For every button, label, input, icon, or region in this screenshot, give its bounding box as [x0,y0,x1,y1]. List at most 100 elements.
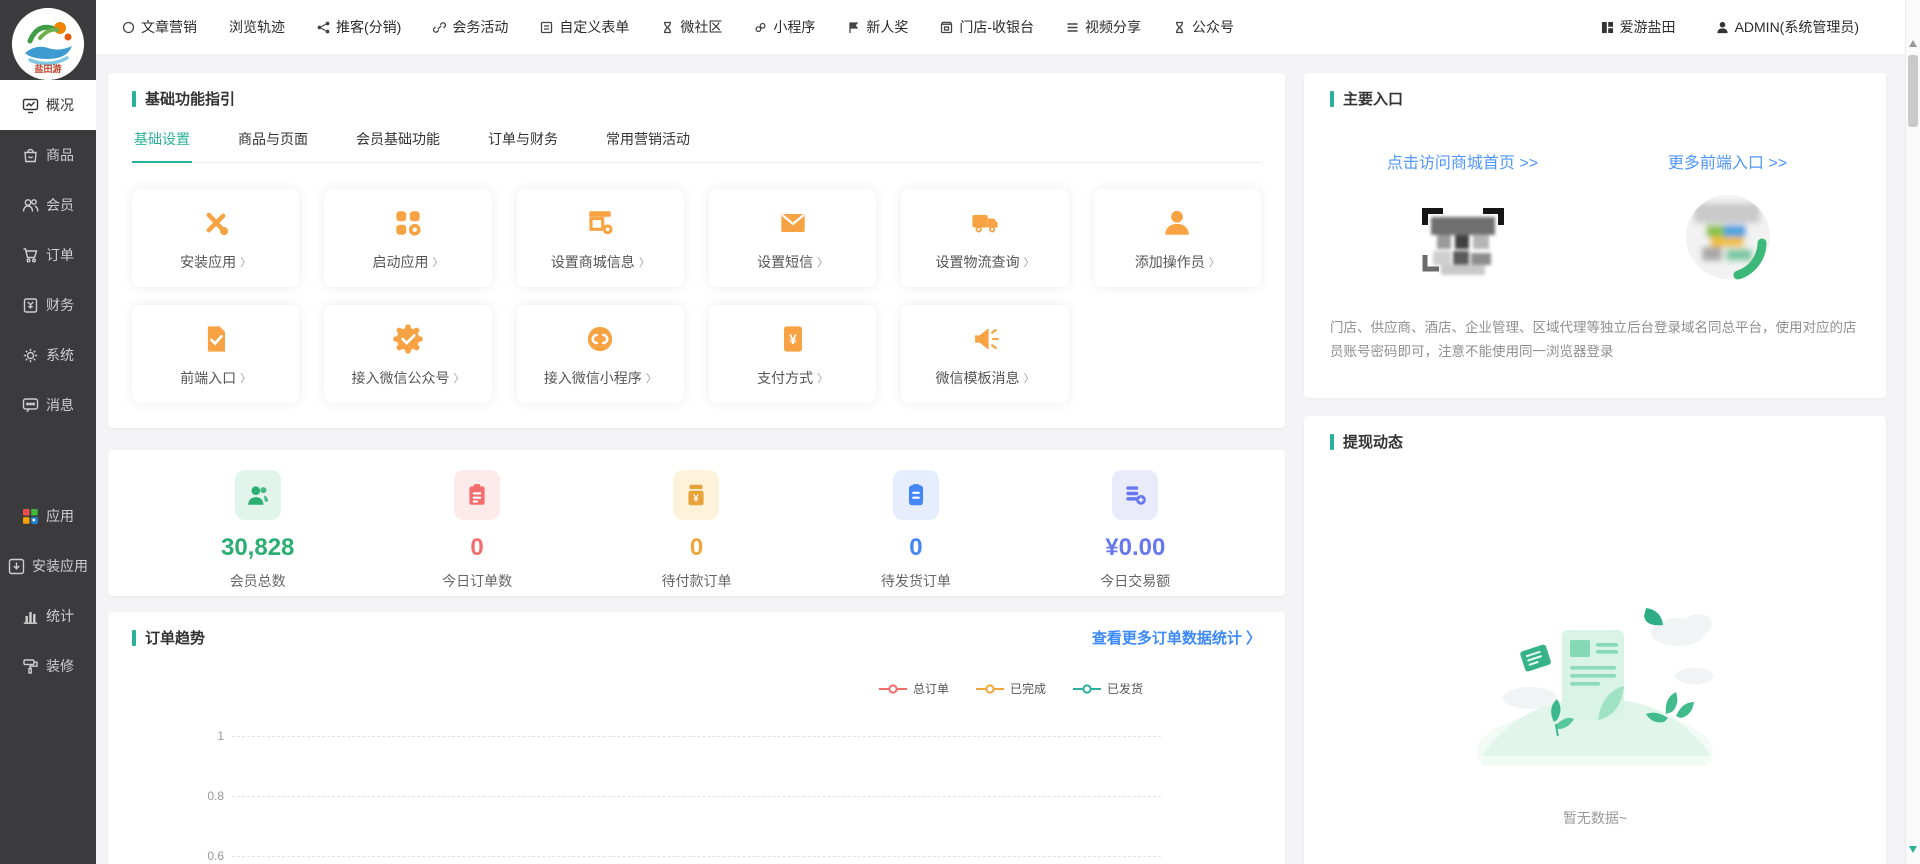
entry-note-text: 门店、供应商、酒店、企业管理、区域代理等独立后台登录域名同总平台，使用对应的店员… [1330,316,1860,363]
topnav-browse-track[interactable]: 浏览轨迹 [229,17,285,37]
tab-member-basics[interactable]: 会员基础功能 [354,129,442,162]
card-wechat-mini[interactable]: 接入微信小程序〉 [517,305,684,403]
stat-pending-shipment[interactable]: 0 待发货订单 [806,470,1025,596]
miniprogram-icon [754,21,767,34]
topnav-store-cashier[interactable]: 门店-收银台 [940,17,1034,37]
title-accent-bar [132,91,136,107]
topnav-article-marketing[interactable]: 文章营销 [122,17,197,37]
shop-settings-icon [582,205,618,241]
topnav-mini-program[interactable]: 小程序 [754,17,815,37]
card-add-operator[interactable]: 添加操作员〉 [1094,189,1261,287]
pending-shipment-icon [893,470,939,520]
legend-completed[interactable]: 已完成 [975,680,1046,697]
admin-dashboard-page: 盐田游 概况 商品 会员 订单 财务 [0,0,1920,864]
brand-logo[interactable]: 盐田游 [12,8,84,80]
install-icon [8,558,25,575]
stat-label: 今日交易额 [1100,571,1170,591]
stat-today-amount[interactable]: ¥0.00 今日交易额 [1026,470,1245,596]
topnav-video-share[interactable]: 视频分享 [1066,17,1141,37]
sidebar-item-messages[interactable]: 消息 [0,380,96,430]
sidebar-item-apps[interactable]: 应用 [0,491,96,541]
y-axis-tick: 0.8 [196,789,224,803]
chevron-right-icon: 〉 [817,254,828,270]
guide-card-grid: 安装应用〉 启动应用〉 设置商城信息〉 设置短信〉 [132,189,1261,403]
stat-label: 会员总数 [230,571,286,591]
page-scrollbar[interactable] [1905,0,1920,864]
legend-marker-icon [878,684,908,694]
legend-shipped[interactable]: 已发货 [1072,680,1143,697]
topnav-distribution[interactable]: 推客(分销) [317,17,401,37]
sidebar-item-goods[interactable]: 商品 [0,130,96,180]
sidebar-item-decorate[interactable]: 装修 [0,641,96,691]
tab-marketing-activities[interactable]: 常用营销活动 [604,129,692,162]
card-shop-info[interactable]: 设置商城信息〉 [517,189,684,287]
stat-today-orders[interactable]: 0 今日订单数 [367,470,586,596]
chevron-right-icon: 〉 [453,370,464,386]
operator-icon [1159,205,1195,241]
award-icon [847,21,860,34]
sidebar-item-install-apps[interactable]: 安装应用 [0,541,96,591]
guide-title-text: 基础功能指引 [145,88,235,109]
hourglass-icon [1173,21,1186,34]
scrollbar-thumb[interactable] [1908,55,1918,127]
tab-orders-finance[interactable]: 订单与财务 [486,129,560,162]
scroll-down-arrow-icon[interactable] [1909,846,1917,857]
sidebar-item-finance[interactable]: 财务 [0,280,96,330]
order-icon [22,247,39,264]
more-frontend-entries-link[interactable]: 更多前端入口 >> [1668,149,1787,173]
tab-goods-pages[interactable]: 商品与页面 [236,129,310,162]
card-sms-settings[interactable]: 设置短信〉 [709,189,876,287]
topbar-right: 爱游盐田 ADMIN(系统管理员) [1601,17,1859,37]
apps-color-icon [22,508,39,525]
card-logistics-query[interactable]: 设置物流查询〉 [901,189,1068,287]
card-label: 接入微信小程序 [544,368,642,388]
chevron-right-icon: 〉 [646,370,657,386]
withdraw-title-text: 提现动态 [1343,431,1403,452]
topnav-label: 推客(分销) [336,17,401,37]
sidebar-item-system[interactable]: 系统 [0,330,96,380]
stat-value: 30,828 [221,534,294,562]
legend-marker-icon [1072,684,1102,694]
sidebar-item-members[interactable]: 会员 [0,180,96,230]
storefront-icon [940,21,953,34]
card-launch-app[interactable]: 启动应用〉 [324,189,491,287]
card-wechat-official[interactable]: 接入微信公众号〉 [324,305,491,403]
chart-gridline: 0.6 [232,856,1161,857]
user-menu[interactable]: ADMIN(系统管理员) [1716,17,1859,37]
topnav-conference-activity[interactable]: 会务活动 [433,17,508,37]
chevron-right-icon: 〉 [639,254,650,270]
topnav-custom-form[interactable]: 自定义表单 [540,17,629,37]
title-accent-bar [132,630,136,646]
main-entry-title: 主要入口 [1330,88,1860,109]
stat-total-members[interactable]: 30,828 会员总数 [148,470,367,596]
more-order-stats-link[interactable]: 查看更多订单数据统计 〉 [1092,627,1261,648]
topnav-official-account[interactable]: 公众号 [1173,17,1234,37]
card-template-message[interactable]: 微信模板消息〉 [901,305,1068,403]
topnav-label: 门店-收银台 [959,17,1034,37]
scroll-up-arrow-icon[interactable] [1909,36,1917,47]
message-icon [22,397,39,414]
empty-state-text: 暂无数据~ [1304,808,1886,828]
guide-panel: 基础功能指引 基础设置 商品与页面 会员基础功能 订单与财务 常用营销活动 安装… [108,73,1285,428]
chevron-right-icon: 〉 [1023,370,1034,386]
form-icon [540,21,553,34]
card-install-app[interactable]: 安装应用〉 [132,189,299,287]
payment-icon: ¥ [775,321,811,357]
visit-mall-home-link[interactable]: 点击访问商城首页 >> [1387,149,1538,173]
sidebar-item-statistics[interactable]: 统计 [0,591,96,641]
topnav-micro-community[interactable]: 微社区 [661,17,722,37]
card-payment-method[interactable]: ¥ 支付方式〉 [709,305,876,403]
today-amount-icon [1112,470,1158,520]
truck-icon [967,205,1003,241]
topnav-label: 新人奖 [866,17,908,37]
stat-pending-payment[interactable]: ¥ 0 待付款订单 [587,470,806,596]
sidebar-item-orders[interactable]: 订单 [0,230,96,280]
sidebar-item-overview[interactable]: 概况 [0,80,96,130]
legend-total-orders[interactable]: 总订单 [878,680,949,697]
frontend-entry-qr-image [1680,191,1776,292]
card-frontend-entry[interactable]: 前端入口〉 [132,305,299,403]
topnav-newcomer-award[interactable]: 新人奖 [847,17,908,37]
workspace-switcher[interactable]: 爱游盐田 [1601,17,1676,37]
order-trend-title: 订单趋势 [132,627,205,648]
tab-basic-settings[interactable]: 基础设置 [132,129,192,162]
